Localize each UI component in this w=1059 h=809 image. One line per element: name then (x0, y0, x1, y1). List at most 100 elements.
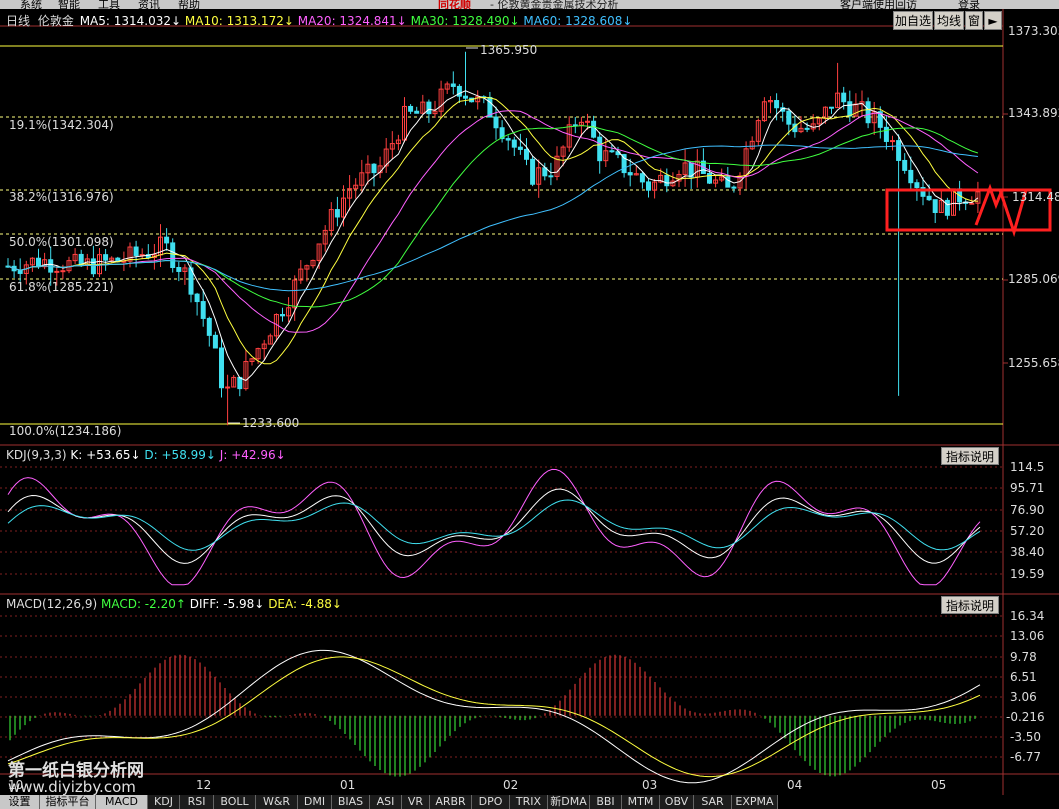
kdj-j-line (7, 468, 981, 586)
date-tick: 04 (787, 778, 803, 792)
candle-body (176, 267, 182, 272)
kdj-help-button[interactable]: 指标说明 (941, 447, 999, 465)
add-watchlist-button[interactable]: 加自选 (893, 11, 933, 30)
macd-label: MACD(12,26,9) (6, 597, 98, 611)
candle-body (164, 236, 170, 244)
candle-body (60, 270, 66, 273)
kdj-k-line (7, 488, 981, 564)
candle-body (774, 100, 780, 109)
tab-mtm[interactable]: MTM (622, 795, 660, 809)
candle-body (200, 301, 206, 319)
ma30-line (7, 125, 979, 308)
menu-system[interactable]: 系统 (20, 0, 42, 9)
high-annotation: 1365.950 (480, 43, 538, 57)
ma20-line (7, 110, 979, 333)
candle-body (639, 173, 645, 183)
menu-bar: 系统 智能 工具 资讯 帮助 同花顺 - 伦敦黄金贵金属技术分析 客户端使用回访… (0, 0, 1059, 9)
candle-body (731, 186, 737, 189)
fib-38: 38.2%(1316.976) (9, 190, 114, 204)
candle-body (926, 195, 932, 201)
candle-body (133, 246, 139, 256)
tab-macd[interactable]: MACD (96, 795, 148, 809)
candle-body (54, 270, 60, 273)
candle-body (463, 95, 468, 99)
kdj-tick: 57.20 (1010, 524, 1045, 538)
fib-19: 19.1%(1342.304) (9, 118, 114, 132)
fib-100: 100.0%(1234.186) (9, 424, 122, 438)
low-annotation: 1233.600 (242, 416, 300, 430)
candle-body (896, 140, 902, 161)
tab--[interactable]: 设置 (0, 795, 40, 809)
candle-body (530, 158, 536, 185)
candle-body (237, 376, 243, 390)
price-tick: 1343.892 (1008, 106, 1059, 120)
fib-61: 61.8%(1285.221) (9, 280, 114, 294)
candle-body (280, 314, 285, 317)
candle-body (591, 120, 597, 138)
ma60-legend: MA60: 1328.608↓ (523, 14, 633, 28)
candle-body (621, 154, 627, 174)
candle-body (517, 146, 523, 150)
price-tick: 1314.481 (1012, 190, 1059, 204)
macd-diff-line (7, 649, 981, 784)
menu-login[interactable]: 登录 (958, 0, 980, 9)
price-tick: 1373.303 (1008, 24, 1059, 38)
price-tick: 1255.658 (1008, 356, 1059, 370)
macd-tick: 13.06 (1010, 629, 1045, 643)
tab--dma[interactable]: 新DMA (548, 795, 590, 809)
ma-line-button[interactable]: 均线 (934, 11, 964, 30)
price-tick: 1285.069 (1008, 272, 1059, 286)
candle-body (707, 172, 712, 184)
date-tick: 01 (340, 778, 356, 792)
arrow-right-icon[interactable]: ► (984, 11, 1002, 30)
date-tick: 12 (196, 778, 212, 792)
ma60-line (7, 144, 978, 292)
macd-dea: DEA: -4.88↓ (268, 597, 342, 611)
kdj-tick: 38.40 (1010, 545, 1045, 559)
candle-body (524, 148, 529, 160)
tab-asi[interactable]: ASI (370, 795, 402, 809)
ma10-line (7, 96, 978, 365)
tab-sar[interactable]: SAR (694, 795, 732, 809)
tab-expma[interactable]: EXPMA (732, 795, 778, 809)
macd-help-button[interactable]: 指标说明 (941, 596, 999, 614)
tab-w-r[interactable]: W&R (256, 795, 298, 809)
tab-boll[interactable]: BOLL (214, 795, 256, 809)
date-tick: 03 (642, 778, 658, 792)
tab-arbr[interactable]: ARBR (430, 795, 472, 809)
tab-bbi[interactable]: BBI (590, 795, 622, 809)
candle-body (170, 242, 176, 269)
candle-body (371, 163, 377, 174)
tab-trix[interactable]: TRIX (510, 795, 548, 809)
candle-body (908, 169, 914, 184)
candle-body (426, 101, 432, 115)
tab-dpo[interactable]: DPO (472, 795, 510, 809)
tab--[interactable]: 指标平台 (40, 795, 96, 809)
menu-feedback[interactable]: 客户端使用回访 (840, 0, 917, 9)
tab-rsi[interactable]: RSI (180, 795, 214, 809)
tab-obv[interactable]: OBV (660, 795, 694, 809)
candle-body (450, 83, 456, 87)
tab-bias[interactable]: BIAS (332, 795, 370, 809)
menu-smart[interactable]: 智能 (58, 0, 80, 9)
candle-body (932, 199, 938, 213)
candle-body (627, 172, 633, 176)
menu-news[interactable]: 资讯 (138, 0, 160, 9)
menu-tools[interactable]: 工具 (98, 0, 120, 9)
window-button[interactable]: 窗 (965, 11, 983, 30)
ma30-legend: MA30: 1328.490↓ (410, 14, 520, 28)
menu-help[interactable]: 帮助 (178, 0, 200, 9)
candle-body (212, 334, 218, 349)
stock-chart[interactable] (0, 9, 1059, 795)
macd-tick: 3.06 (1010, 690, 1037, 704)
watermark-url: www.diyizby.com (8, 778, 136, 796)
kdj-tick: 114.5 (1010, 460, 1045, 474)
tab-vr[interactable]: VR (402, 795, 430, 809)
candle-body (804, 127, 810, 130)
candle-body (865, 101, 871, 124)
kdj-tick: 76.90 (1010, 503, 1045, 517)
tab-kdj[interactable]: KDJ (148, 795, 180, 809)
macd-legend: MACD(12,26,9) MACD: -2.20↑ DIFF: -5.98↓ … (6, 597, 342, 611)
tab-dmi[interactable]: DMI (298, 795, 332, 809)
candle-body (847, 101, 853, 117)
